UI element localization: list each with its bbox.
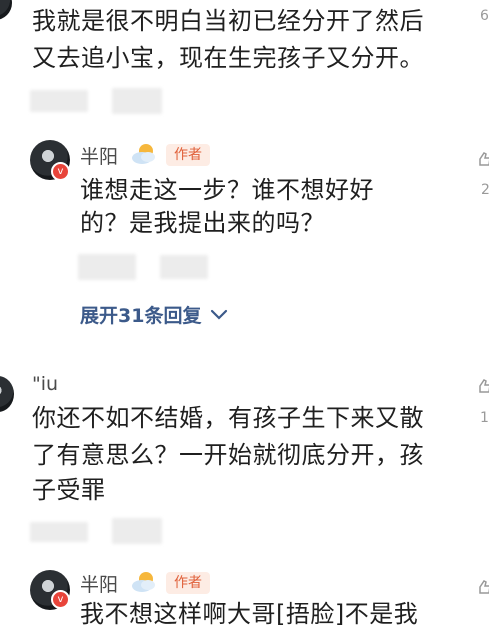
reply-item: v 半阳 作者 我不想这样啊大哥[捂脸]不是我 <box>0 565 489 628</box>
verified-badge-icon: v <box>51 162 70 181</box>
like-count: 6 <box>480 8 489 24</box>
comment-meta-blurred <box>30 522 88 542</box>
verified-badge-icon: v <box>51 590 70 609</box>
comment-meta-blurred <box>112 518 162 544</box>
comment-meta-blurred <box>30 90 88 112</box>
reply-text-line: 谁想走这一步？谁不想好好 <box>80 176 374 204</box>
comment-author-name[interactable]: "iu <box>32 373 58 395</box>
comment-text-line: 又去追小宝，现在生完孩子又分开。 <box>32 44 424 72</box>
reply-author-name[interactable]: 半阳 <box>80 570 118 597</box>
comment-text-line: 我就是很不明白当初已经分开了然后 <box>32 7 424 35</box>
comment-item: "iu 你还不如不结婚，有孩子生下来又散 了有意思么？一开始就彻底分开，孩 子受… <box>0 370 489 550</box>
comment-text-line: 你还不如不结婚，有孩子生下来又散 <box>32 404 424 432</box>
avatar[interactable] <box>0 0 12 20</box>
comment-text-line: 子受罪 <box>32 476 106 504</box>
reply-text-line: 我不想这样啊大哥[捂脸]不是我 <box>80 600 419 628</box>
reply-item: v 半阳 作者 谁想走这一步？谁不想好好 的？是我提出来的吗？ 2 <box>0 135 489 285</box>
expand-replies-label: 展开31条回复 <box>80 304 202 327</box>
weather-icon <box>132 572 155 592</box>
expand-replies-button[interactable]: 展开31条回复 <box>80 300 229 328</box>
author-badge: 作者 <box>166 144 210 166</box>
comment-item: 我就是很不明白当初已经分开了然后 又去追小宝，现在生完孩子又分开。 6 <box>0 0 489 130</box>
weather-icon <box>132 144 155 164</box>
author-badge: 作者 <box>166 572 210 594</box>
like-icon[interactable] <box>478 378 489 394</box>
reply-author-name[interactable]: 半阳 <box>80 142 118 169</box>
comment-text-line: 了有意思么？一开始就彻底分开，孩 <box>32 441 424 469</box>
reply-meta-blurred <box>160 255 208 279</box>
reply-meta-blurred <box>78 254 136 280</box>
reply-text-line: 的？是我提出来的吗？ <box>80 209 325 237</box>
like-count: 1 <box>480 410 489 426</box>
avatar[interactable] <box>0 376 14 412</box>
chevron-down-icon <box>211 309 228 320</box>
like-icon[interactable] <box>478 151 489 167</box>
like-count: 2 <box>481 182 489 198</box>
comment-meta-blurred <box>112 88 162 114</box>
like-icon[interactable] <box>478 579 489 595</box>
